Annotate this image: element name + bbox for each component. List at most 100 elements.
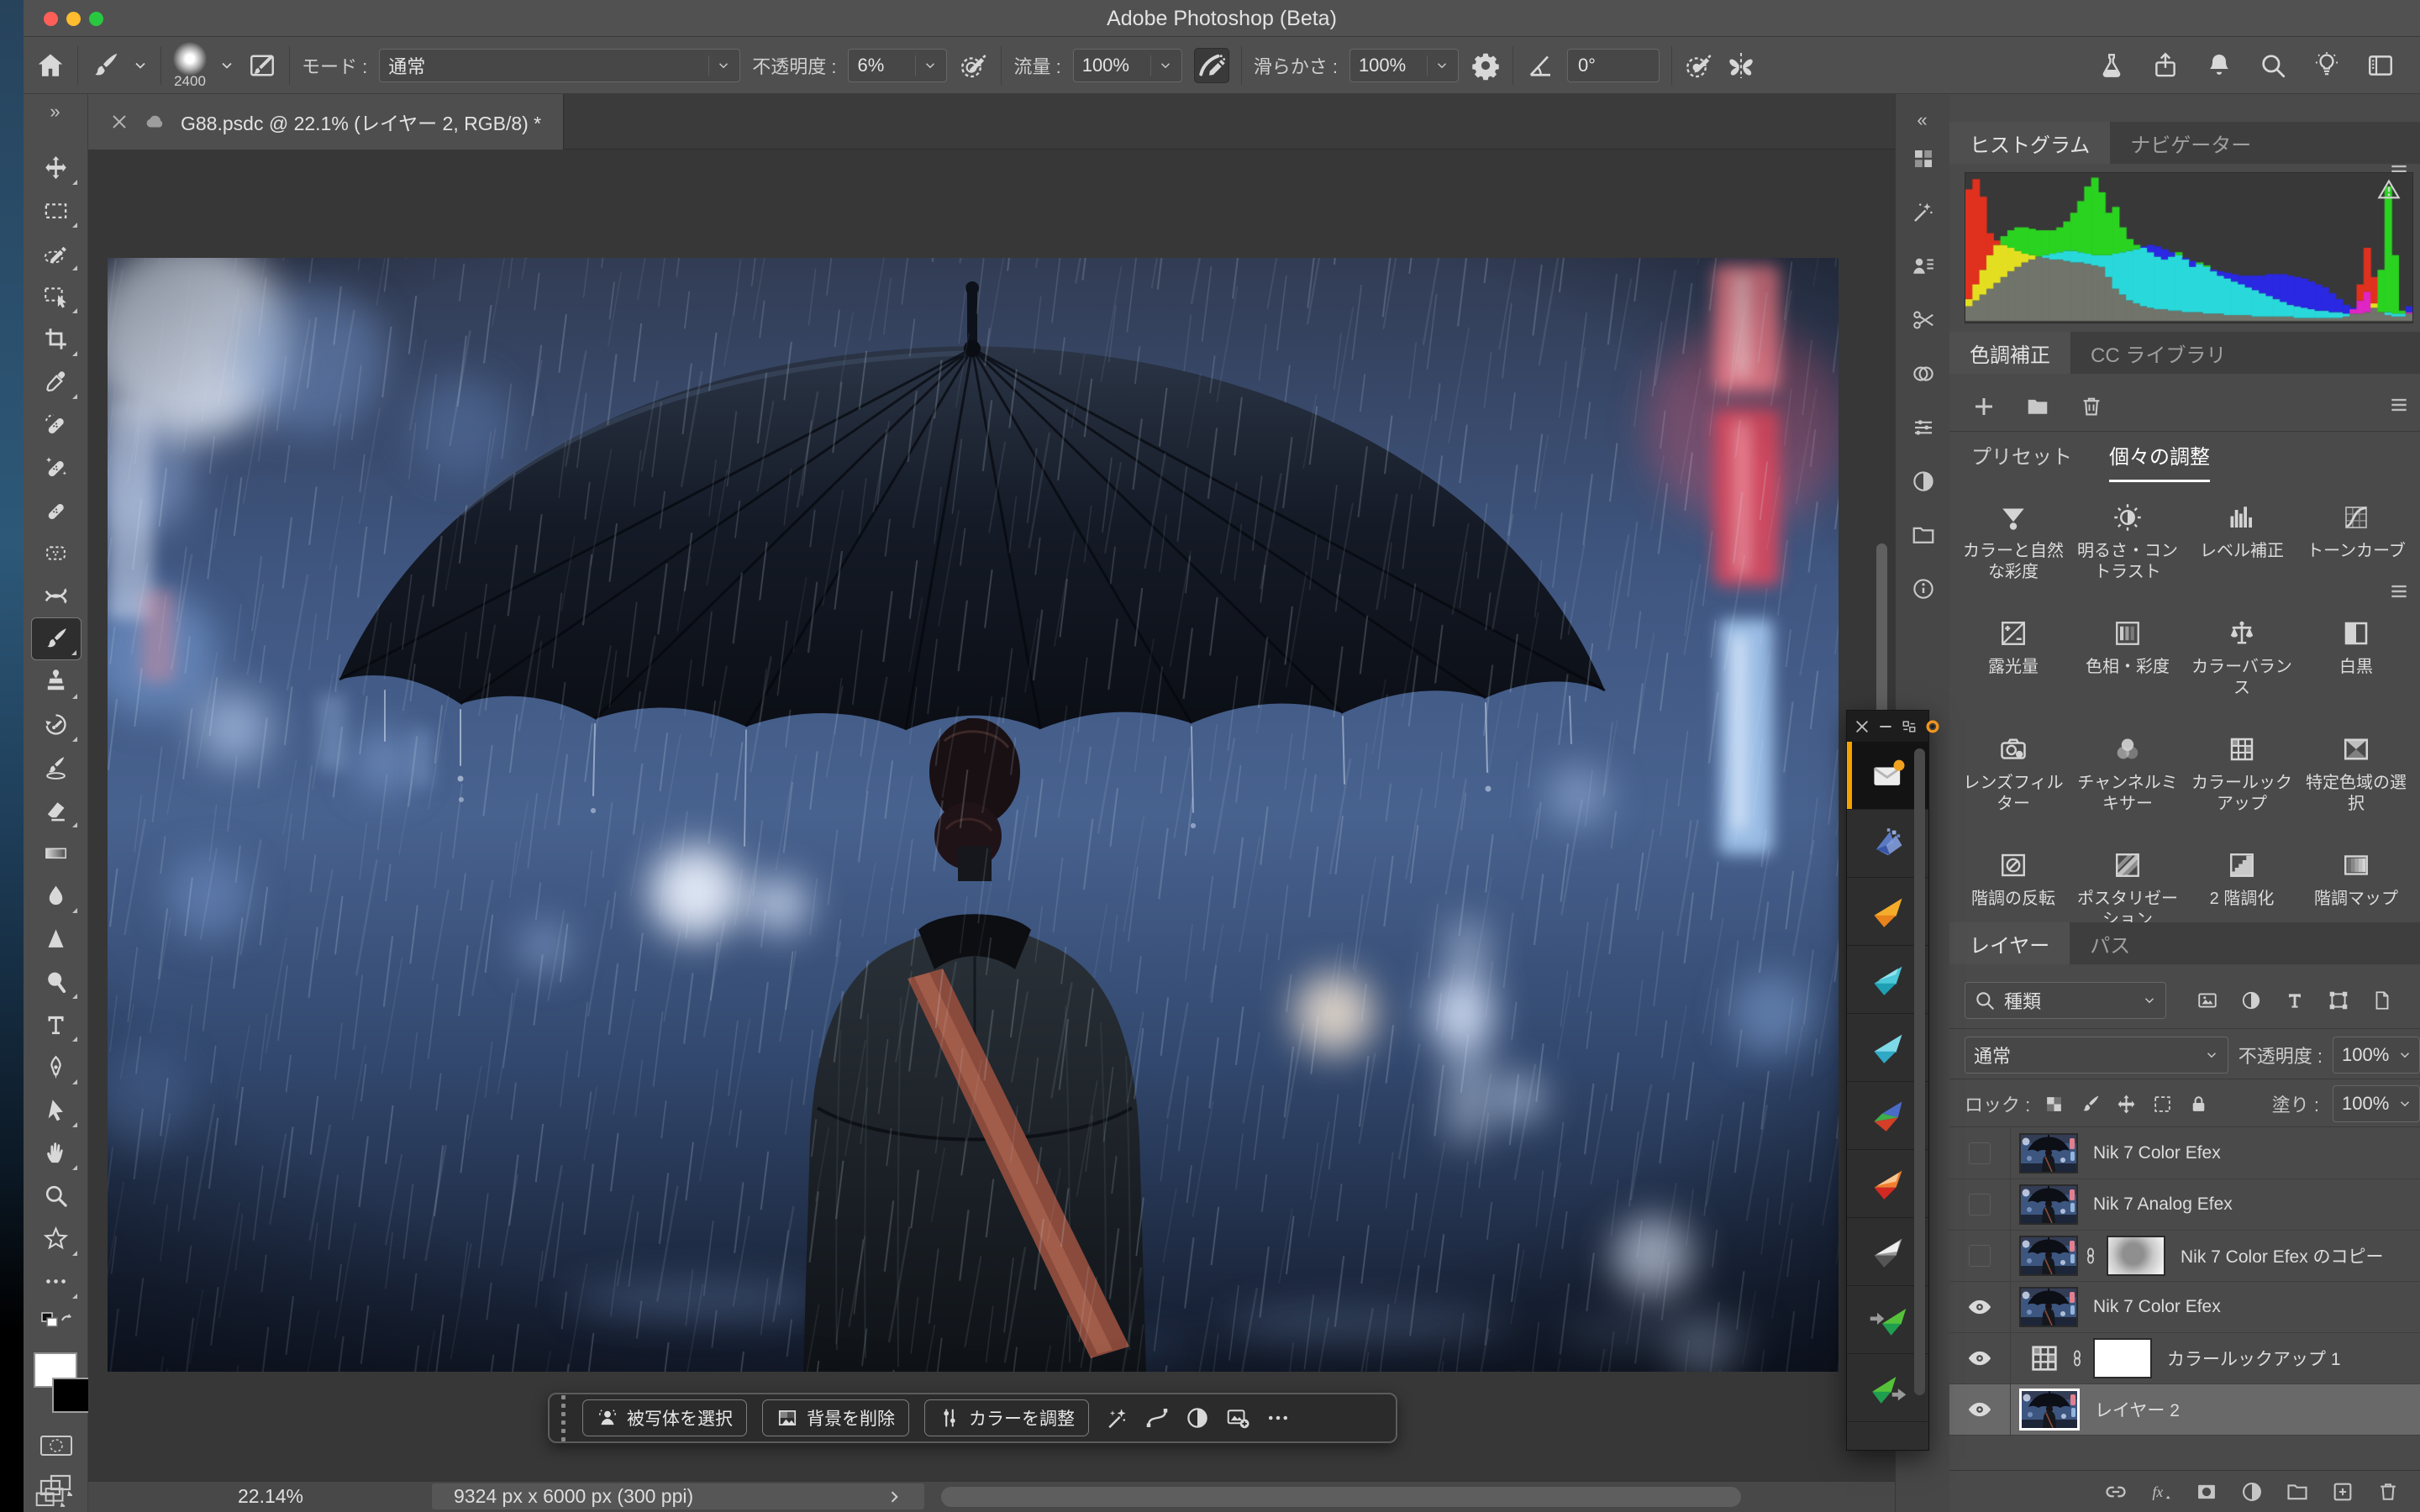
- tool-gradient[interactable]: [31, 832, 82, 874]
- brush-tool-icon[interactable]: [90, 50, 120, 81]
- panel-properties-icon[interactable]: [1907, 412, 1939, 444]
- document-dimensions[interactable]: 9324 px x 6000 px (300 ppi): [432, 1483, 924, 1509]
- search-icon[interactable]: [2259, 51, 2287, 80]
- link-layers-icon[interactable]: [2104, 1480, 2128, 1504]
- new-adjustment-icon[interactable]: [2240, 1480, 2264, 1504]
- tool-mixer-brush[interactable]: [31, 746, 82, 789]
- tab-paths[interactable]: パス: [2070, 922, 2150, 964]
- layer-row[interactable]: Nik 7 Color Efex: [1949, 1128, 2420, 1179]
- adjustment-curves[interactable]: トーンカーブ: [2299, 502, 2413, 583]
- tool-eraser[interactable]: [31, 789, 82, 832]
- tool-custom-shape[interactable]: [31, 1217, 82, 1260]
- document-canvas[interactable]: [108, 258, 1839, 1372]
- tool-selection-brush[interactable]: [31, 232, 82, 275]
- tool-healing-brush[interactable]: [31, 489, 82, 532]
- adjustment-invert[interactable]: 階調の反転: [1956, 850, 2070, 931]
- task-button-remove-bg[interactable]: 背景を削除: [762, 1399, 909, 1436]
- tool-clone-stamp[interactable]: [31, 660, 82, 703]
- adjustment-hue-sat[interactable]: 色相・彩度: [2070, 618, 2185, 699]
- tool-path-selection[interactable]: [31, 1089, 82, 1131]
- layer-fill-select[interactable]: 100%: [2333, 1085, 2420, 1122]
- pressure-opacity-icon[interactable]: [959, 50, 989, 81]
- flow-select[interactable]: 100%: [1073, 49, 1182, 82]
- adjustment-exposure[interactable]: 露光量: [1956, 618, 2070, 699]
- chevron-down-icon[interactable]: [218, 50, 235, 81]
- tool-sharpen[interactable]: [31, 917, 82, 960]
- tool-dodge[interactable]: [31, 960, 82, 1003]
- layer-row[interactable]: カラールックアップ 1: [1949, 1333, 2420, 1384]
- tab-navigator[interactable]: ナビゲーター: [2110, 122, 2271, 164]
- tool-blur[interactable]: [31, 874, 82, 917]
- adjustment-levels[interactable]: レベル補正: [2185, 502, 2299, 583]
- layer-visibility-toggle[interactable]: [1949, 1282, 2011, 1333]
- tool-hand[interactable]: [31, 1131, 82, 1174]
- brush-angle-input[interactable]: 0°: [1567, 49, 1660, 82]
- tool-history-brush[interactable]: [31, 703, 82, 746]
- zoom-level[interactable]: 22.14%: [238, 1485, 303, 1508]
- layer-thumbnail[interactable]: [2019, 1389, 2080, 1431]
- panel-channels-icon[interactable]: [1907, 358, 1939, 390]
- symmetry-icon[interactable]: [1726, 50, 1756, 81]
- minimize-icon[interactable]: [1877, 718, 1894, 735]
- canvas-horizontal-scrollbar[interactable]: [941, 1487, 1741, 1507]
- shape-pen-icon[interactable]: [1144, 1405, 1170, 1431]
- panel-character-icon[interactable]: [1907, 250, 1939, 282]
- layer-thumbnail[interactable]: [2019, 1184, 2078, 1225]
- histogram-warning-icon[interactable]: [2376, 178, 2402, 202]
- layer-thumbnail[interactable]: [2019, 1133, 2078, 1173]
- panel-info-icon[interactable]: [1907, 573, 1939, 605]
- tool-remove-tool[interactable]: [31, 446, 82, 489]
- tab-adjustments[interactable]: 色調補正: [1949, 332, 2070, 374]
- tab-histogram[interactable]: ヒストグラム: [1949, 122, 2110, 164]
- close-tab-icon[interactable]: [110, 113, 129, 131]
- adjustment-threshold[interactable]: 2 階調化: [2185, 850, 2299, 931]
- pressure-size-icon[interactable]: [1684, 50, 1714, 81]
- panel-learn-icon[interactable]: [1907, 197, 1939, 228]
- adjustment-selective-color[interactable]: 特定色域の選択: [2299, 734, 2413, 815]
- lock-brush[interactable]: [2080, 1094, 2101, 1115]
- filter-frame[interactable]: [2328, 990, 2349, 1011]
- lock-checker[interactable]: [2044, 1094, 2065, 1115]
- layer-visibility-toggle[interactable]: [1949, 1179, 2011, 1231]
- layer-row[interactable]: Nik 7 Color Efex: [1949, 1282, 2420, 1333]
- filter-adjustment[interactable]: [2240, 990, 2262, 1011]
- adjustment-gradient-map[interactable]: 階調マップ: [2299, 850, 2413, 931]
- new-group-icon[interactable]: [2286, 1480, 2309, 1504]
- tool-brush[interactable]: [31, 617, 82, 660]
- subtab-presets[interactable]: プリセット: [1971, 440, 2072, 482]
- task-button-person-select[interactable]: 被写体を選択: [582, 1399, 747, 1436]
- lock-move[interactable]: [2116, 1094, 2137, 1115]
- adjustment-vibrance[interactable]: カラーと自然な彩度: [1956, 502, 2070, 583]
- tool-marquee[interactable]: [31, 189, 82, 232]
- layer-thumbnail[interactable]: [2019, 1236, 2078, 1276]
- layer-visibility-toggle[interactable]: [1949, 1128, 2011, 1179]
- tab-cc-library[interactable]: CC ライブラリ: [2070, 332, 2246, 374]
- panel-libraries-icon[interactable]: [1907, 519, 1939, 551]
- more-dots-icon[interactable]: [1265, 1405, 1291, 1431]
- tool-edit-toolbar[interactable]: [31, 1260, 82, 1303]
- adjustment-posterize[interactable]: ポスタリゼーション: [2070, 850, 2185, 931]
- tool-patch[interactable]: [31, 532, 82, 575]
- close-icon[interactable]: [1854, 718, 1870, 735]
- screen-mode-icon[interactable]: [25, 1482, 76, 1512]
- panel-adjustments-icon[interactable]: [1907, 465, 1939, 497]
- layer-lut-icon[interactable]: [2028, 1340, 2065, 1377]
- tool-object-selection[interactable]: [31, 275, 82, 318]
- delete-layer-icon[interactable]: [2376, 1480, 2400, 1504]
- layer-visibility-toggle[interactable]: [1949, 1384, 2011, 1436]
- panel-menu-icon[interactable]: [2388, 394, 2410, 416]
- lock-padlock[interactable]: [2188, 1094, 2209, 1115]
- airbrush-toggle-icon[interactable]: [1194, 48, 1229, 83]
- adjustment-photo-filter[interactable]: レンズフィルター: [1956, 734, 2070, 815]
- adjustment-channel-mixer[interactable]: チャンネルミキサー: [2070, 734, 2185, 815]
- wand-sparkle-icon[interactable]: [1104, 1405, 1129, 1431]
- lock-frame[interactable]: [2152, 1094, 2173, 1115]
- new-layer-icon[interactable]: [2331, 1480, 2354, 1504]
- notifications-bell-icon[interactable]: [2205, 51, 2233, 80]
- layer-visibility-toggle[interactable]: [1949, 1333, 2011, 1384]
- filter-image[interactable]: [2196, 990, 2218, 1011]
- task-button-adjust-color[interactable]: カラーを調整: [924, 1399, 1089, 1436]
- subtab-individual[interactable]: 個々の調整: [2109, 440, 2210, 482]
- discover-lightbulb-icon[interactable]: [2312, 51, 2341, 80]
- adjustment-color-balance[interactable]: カラーバランス: [2185, 618, 2299, 699]
